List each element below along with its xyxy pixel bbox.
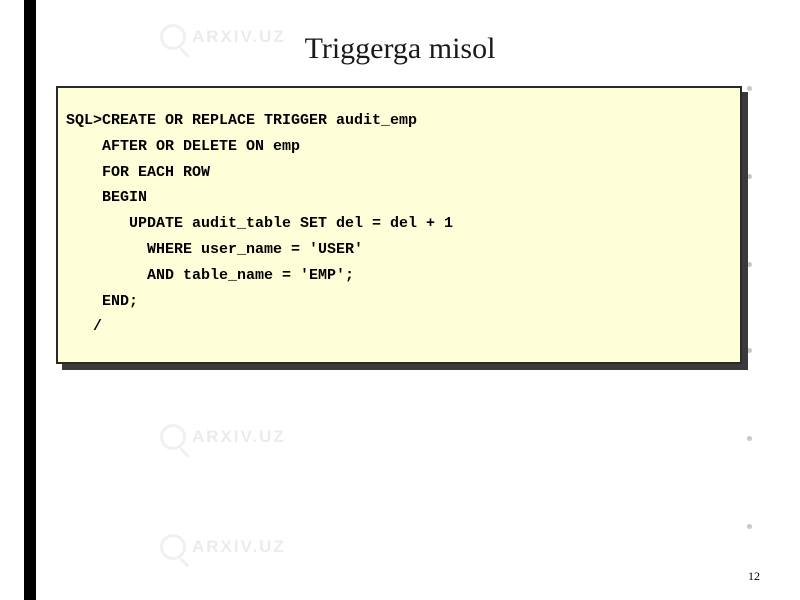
code-line: WHERE user_name = 'USER': [66, 241, 363, 258]
code-block: SQL>CREATE OR REPLACE TRIGGER audit_emp …: [56, 86, 742, 364]
magnifier-icon: [160, 534, 186, 560]
magnifier-icon: [160, 424, 186, 450]
code-line: AFTER OR DELETE ON emp: [66, 138, 300, 155]
decorative-dot: [747, 86, 752, 91]
code-line: /: [66, 318, 102, 335]
watermark-text: ARXIV.UZ: [192, 537, 286, 557]
watermark: ARXIV.UZ: [160, 424, 286, 450]
decorative-dot: [747, 524, 752, 529]
code-line: BEGIN: [66, 189, 147, 206]
decorative-dot: [747, 436, 752, 441]
watermark-text: ARXIV.UZ: [192, 427, 286, 447]
slide-title: Triggerga misol: [0, 32, 800, 66]
code-line: AND table_name = 'EMP';: [66, 267, 354, 284]
slide-left-border: [24, 0, 36, 600]
watermark: ARXIV.UZ: [160, 534, 286, 560]
code-line: END;: [66, 293, 138, 310]
page-number: 12: [748, 569, 760, 584]
code-line: SQL>CREATE OR REPLACE TRIGGER audit_emp: [66, 112, 417, 129]
code-line: UPDATE audit_table SET del = del + 1: [66, 215, 453, 232]
code-line: FOR EACH ROW: [66, 164, 210, 181]
